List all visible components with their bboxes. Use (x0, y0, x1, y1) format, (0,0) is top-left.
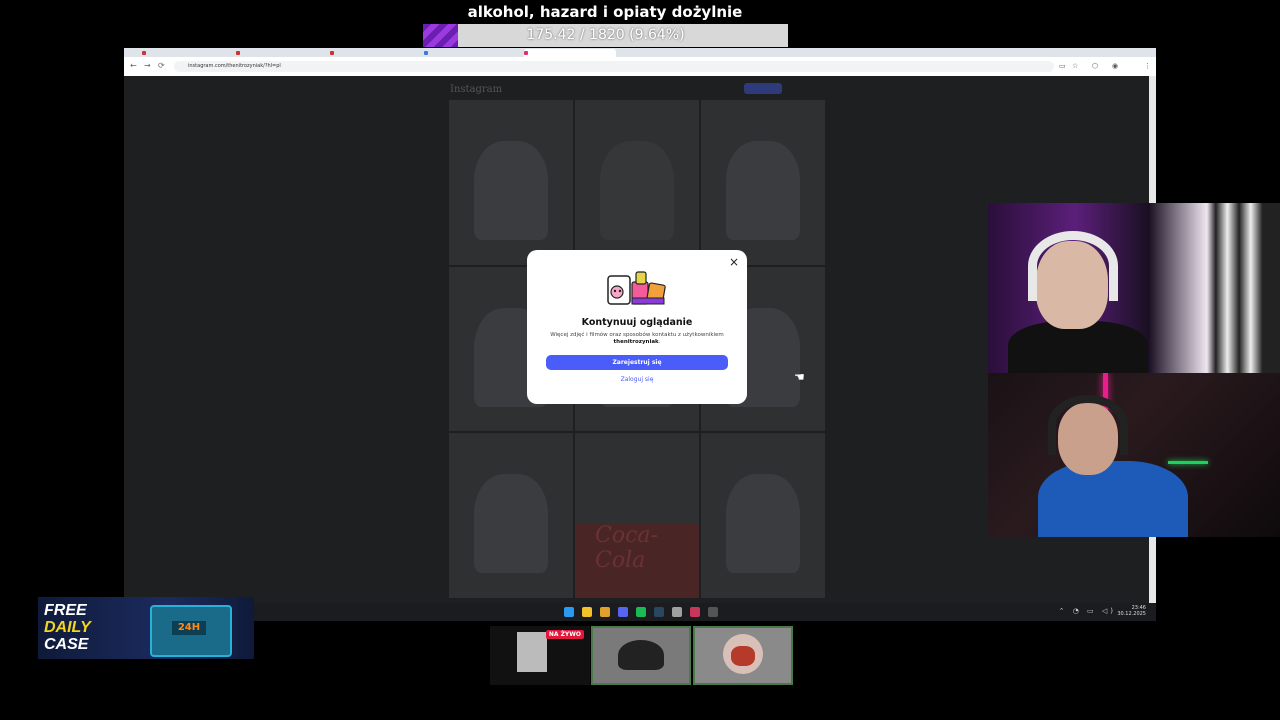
streamer-jersey (1038, 461, 1188, 537)
free-daily-case-ad[interactable]: FREE DAILY CASE 24H (38, 597, 254, 659)
webcam-feed-top (988, 203, 1280, 373)
ad-line-case: CASE (44, 636, 89, 653)
car-image (618, 640, 664, 670)
app2-icon[interactable] (708, 607, 718, 617)
live-badge: NA ŻYWO (545, 630, 584, 639)
tab-favicon-icon (142, 51, 146, 55)
headphones-icon (1048, 395, 1128, 455)
tab-favicon-icon (236, 51, 240, 55)
windows-start-icon[interactable] (564, 607, 574, 617)
tab-favicon-icon (424, 51, 428, 55)
menu-icon[interactable]: ⋮ (1144, 62, 1151, 70)
install-icon[interactable]: ▭ (1059, 62, 1066, 70)
windows-taskbar: ⌃ ◔ ▭ ◁) 23:46 30.12.2025 (124, 603, 1156, 621)
photo-tile[interactable] (701, 100, 825, 265)
ad-line-daily: DAILY (44, 619, 91, 636)
address-bar[interactable]: instagram.com/thenitrozyniak/?hl=pl (174, 61, 1054, 72)
case-box-icon: 24H (150, 605, 232, 657)
tab-favicon-icon (330, 51, 334, 55)
extensions-icon[interactable]: ⬡ (1092, 62, 1098, 70)
thumbnail-preview (517, 632, 547, 672)
header-login-button[interactable] (744, 83, 782, 94)
modal-description: Więcej zdjęć i filmów oraz sposobów kont… (550, 332, 724, 345)
signup-button[interactable]: Zarejestruj się (546, 355, 728, 370)
stream-thumbnail-avatar[interactable] (693, 626, 793, 685)
continue-watching-modal: × Kontynuuj oglądanie Więcej zdjęć i fil… (527, 250, 747, 404)
browser-tab-active[interactable] (524, 49, 616, 57)
clock-date: 30.12.2025 (1117, 611, 1146, 617)
profile-icon[interactable]: ◉ (1112, 62, 1118, 70)
steam-icon[interactable] (654, 607, 664, 617)
ad-text: FREE DAILY CASE (44, 602, 91, 653)
browser-toolbar: ← → ⟳ instagram.com/thenitrozyniak/?hl=p… (124, 57, 1156, 76)
browser-tab[interactable] (424, 49, 516, 57)
obs-icon[interactable] (672, 607, 682, 617)
reload-icon[interactable]: ⟳ (158, 61, 165, 70)
discord-icon[interactable] (618, 607, 628, 617)
system-tray-icons[interactable]: ⌃ ◔ ▭ ◁) (1059, 607, 1116, 615)
close-icon[interactable]: × (729, 255, 739, 269)
chrome-icon[interactable] (600, 607, 610, 617)
browser-tab[interactable] (236, 49, 328, 57)
tab-favicon-icon (524, 51, 528, 55)
photo-tile[interactable] (701, 433, 825, 598)
webcam-feed-bottom (988, 373, 1280, 537)
spotify-icon[interactable] (636, 607, 646, 617)
avatar (723, 634, 763, 674)
stream-thumbnail-live[interactable]: NA ŻYWO (490, 626, 590, 685)
tab-strip (124, 48, 1156, 57)
back-icon[interactable]: ← (130, 61, 137, 70)
modal-illustration-icon (607, 271, 666, 305)
forward-icon[interactable]: → (144, 61, 151, 70)
login-link[interactable]: Zaloguj się (527, 376, 747, 383)
coca-cola-logo: Coca-Cola (595, 523, 658, 573)
app-icon[interactable] (690, 607, 700, 617)
photo-tile[interactable] (449, 433, 573, 598)
headphones-icon (1028, 231, 1118, 301)
bookmark-star-icon[interactable]: ☆ (1072, 62, 1078, 70)
photo-tile[interactable] (575, 100, 699, 265)
modal-title: Kontynuuj oglądanie (581, 317, 693, 328)
goal-progress-bar: 175.42 / 1820 (9.64%) (423, 24, 788, 47)
ad-line-free: FREE (44, 602, 87, 619)
modal-username: thenitrozyniak (613, 339, 659, 345)
hand-cursor-icon: ☚ (794, 370, 805, 384)
browser-tab[interactable] (142, 49, 234, 57)
taskbar-clock[interactable]: 23:46 30.12.2025 (1117, 605, 1146, 617)
file-explorer-icon[interactable] (582, 607, 592, 617)
browser-tab[interactable] (330, 49, 422, 57)
modal-description-text: Więcej zdjęć i filmów oraz sposobów kont… (550, 332, 724, 338)
green-led-light (1168, 461, 1208, 464)
instagram-logo[interactable]: Instagram (450, 84, 502, 95)
goal-progress-text: 175.42 / 1820 (9.64%) (526, 27, 685, 43)
photo-tile[interactable] (449, 100, 573, 265)
stream-thumbnail-car[interactable] (591, 626, 691, 685)
photo-tile[interactable]: Coca-Cola (575, 433, 699, 598)
ad-24h-badge: 24H (172, 621, 206, 635)
goal-title: alkohol, hazard i opiaty dożylnie (467, 3, 743, 21)
